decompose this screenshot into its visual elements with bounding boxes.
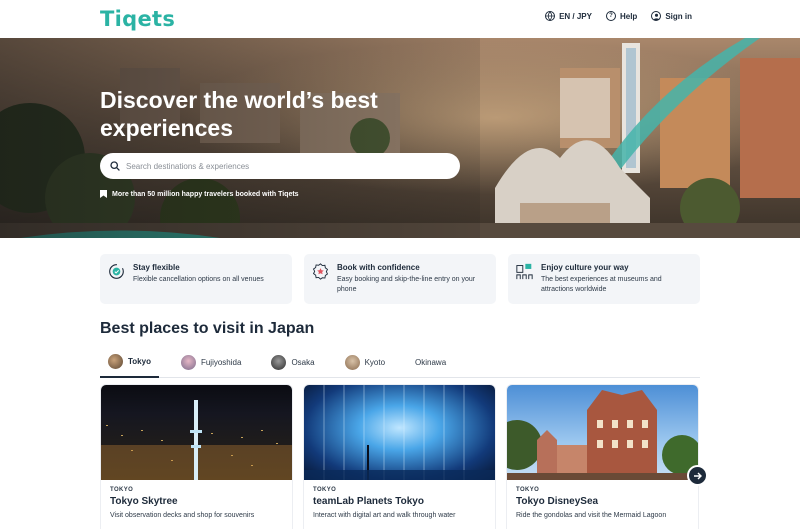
skytree-image	[101, 400, 292, 480]
section-title: Best places to visit in Japan	[100, 320, 315, 337]
tab-label: Fujiyoshida	[200, 358, 242, 367]
header-nav: EN / JPY ? Help Sign in	[545, 11, 692, 21]
venue-card[interactable]: TOKYO Tokyo DisneySea Ride the gondolas …	[507, 385, 698, 529]
search-icon	[110, 161, 120, 171]
bookmark-icon	[100, 190, 107, 198]
feature-title: Book with confidence	[337, 263, 420, 272]
arrow-right-icon	[693, 472, 702, 479]
trust-text: More than 50 million happy travelers boo…	[112, 190, 299, 198]
feature-cards: Stay flexible Flexible cancellation opti…	[100, 254, 700, 304]
venue-city: TOKYO	[313, 487, 337, 493]
search-input[interactable]	[126, 161, 460, 171]
feature-card-confidence: Book with confidence Easy booking and sk…	[304, 254, 496, 304]
venue-desc: Interact with digital art and walk throu…	[313, 512, 456, 519]
venue-cards: TOKYO Tokyo Skytree Visit observation de…	[101, 385, 698, 529]
tab-kyoto[interactable]: Kyoto	[337, 348, 393, 378]
top-header: Tiqets EN / JPY ? Help Sign in	[0, 0, 800, 38]
venue-desc: Visit observation decks and shop for sou…	[110, 512, 255, 519]
carousel-next-button[interactable]	[687, 465, 708, 486]
tab-tokyo[interactable]: Tokyo	[100, 348, 159, 378]
tab-okinawa[interactable]: Okinawa	[407, 348, 454, 378]
hero-title: Discover the world’s best experiences	[100, 87, 378, 141]
city-tabs: Tokyo Fujiyoshida Osaka Kyoto Okinawa	[100, 348, 700, 378]
venue-name: Tokyo DisneySea	[516, 496, 599, 507]
badge-icon	[312, 263, 329, 280]
teamlab-image	[304, 385, 495, 480]
venue-image	[507, 385, 698, 480]
venue-card[interactable]: TOKYO teamLab Planets Tokyo Interact wit…	[304, 385, 495, 529]
venue-desc: Ride the gondolas and visit the Mermaid …	[516, 512, 667, 519]
feature-desc: The best experiences at museums and attr…	[541, 276, 662, 293]
language-currency-button[interactable]: EN / JPY	[545, 11, 592, 21]
tiqets-logo[interactable]: Tiqets	[100, 7, 175, 31]
venue-image	[101, 385, 292, 480]
venue-city: TOKYO	[516, 487, 540, 493]
sign-in-label: Sign in	[665, 11, 692, 21]
culture-icon	[516, 263, 533, 280]
feature-desc: Flexible cancellation options on all ven…	[133, 276, 264, 283]
feature-card-flexible: Stay flexible Flexible cancellation opti…	[100, 254, 292, 304]
tab-label: Okinawa	[415, 358, 447, 367]
trust-banner: More than 50 million happy travelers boo…	[100, 190, 299, 198]
tab-thumbnail	[271, 355, 287, 370]
feature-title: Stay flexible	[133, 263, 180, 272]
help-label: Help	[619, 11, 638, 21]
venue-image	[304, 385, 495, 480]
tab-thumbnail	[344, 355, 360, 370]
venue-city: TOKYO	[110, 487, 134, 493]
sign-in-button[interactable]: Sign in	[651, 11, 692, 21]
help-button[interactable]: ? Help	[605, 11, 638, 21]
tab-thumbnail	[108, 354, 123, 369]
feature-desc: Easy booking and skip-the-line entry on …	[337, 276, 476, 293]
disneysea-image	[507, 390, 698, 480]
question-icon: ?	[605, 11, 616, 21]
hero-banner: Discover the world’s best experiences Mo…	[0, 38, 800, 238]
venue-card[interactable]: TOKYO Tokyo Skytree Visit observation de…	[101, 385, 292, 529]
tab-label: Tokyo	[128, 357, 151, 366]
tab-label: Osaka	[291, 358, 315, 367]
feature-title: Enjoy culture your way	[541, 263, 629, 272]
tab-fujiyoshida[interactable]: Fujiyoshida	[173, 348, 249, 378]
flexible-icon	[109, 264, 124, 279]
tab-osaka[interactable]: Osaka	[263, 348, 322, 378]
feature-card-culture: Enjoy culture your way The best experien…	[508, 254, 700, 304]
tab-label: Kyoto	[364, 358, 386, 367]
tab-thumbnail	[180, 355, 196, 370]
language-label: EN / JPY	[559, 11, 592, 21]
venue-name: teamLab Planets Tokyo	[313, 496, 424, 507]
globe-icon	[545, 11, 556, 21]
user-icon	[651, 11, 662, 21]
search-bar[interactable]	[100, 153, 460, 179]
venue-name: Tokyo Skytree	[110, 496, 178, 507]
